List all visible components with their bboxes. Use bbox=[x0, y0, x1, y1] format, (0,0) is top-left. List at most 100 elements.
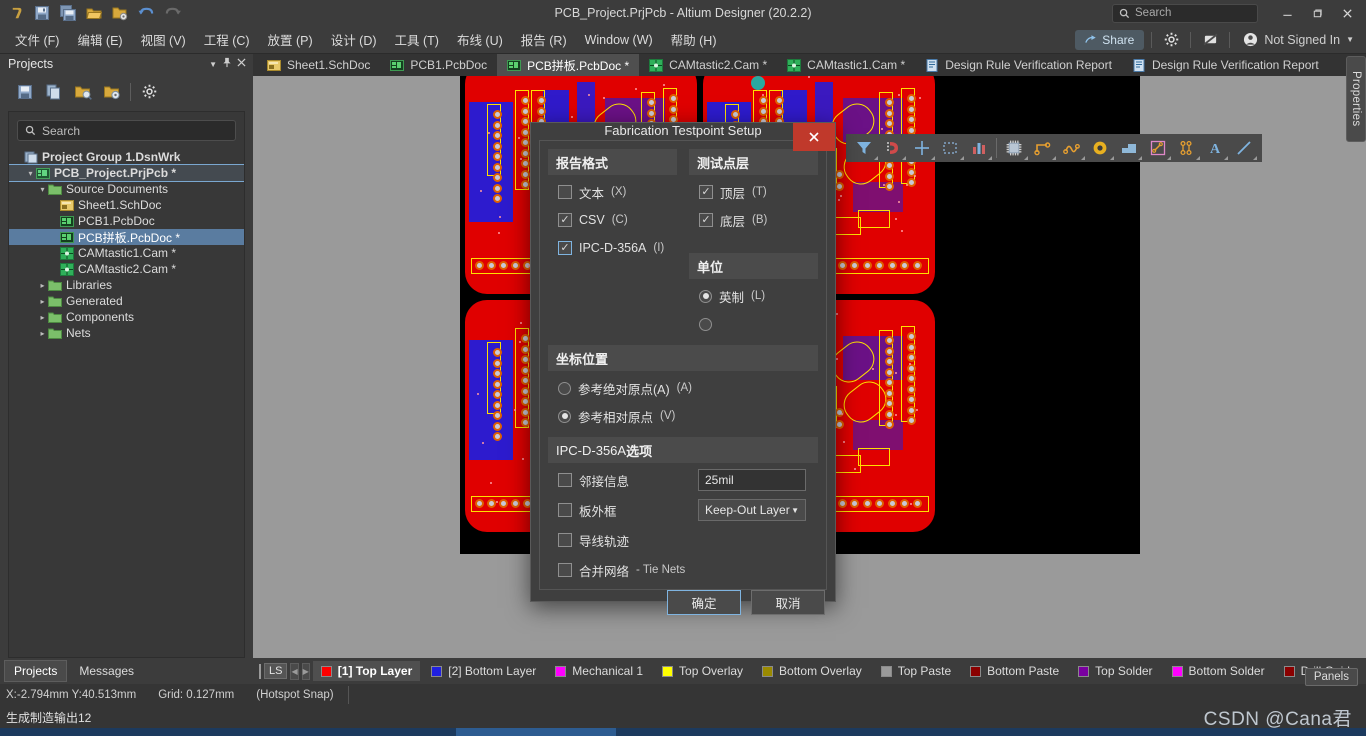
checkbox-merge-nets[interactable]: 合并网络- Tie Nets bbox=[548, 561, 698, 580]
twisty-collapsed-icon[interactable]: ▸ bbox=[37, 313, 48, 322]
checkbox-text[interactable]: 文本(X) bbox=[548, 181, 677, 203]
tree-item[interactable]: ▸Generated bbox=[9, 293, 244, 309]
menu-tools[interactable]: 工具 (T) bbox=[386, 26, 448, 53]
minimize-button[interactable] bbox=[1272, 0, 1302, 26]
document-tab[interactable]: Sheet1.SchDoc bbox=[257, 54, 380, 76]
checkbox-indicator[interactable] bbox=[558, 563, 572, 577]
checkbox-indicator[interactable] bbox=[558, 473, 572, 487]
project-search-input[interactable]: Search bbox=[17, 120, 236, 141]
ok-button[interactable]: 确定 bbox=[667, 590, 741, 615]
close-button[interactable] bbox=[1332, 0, 1362, 26]
active-layer-color-swatch[interactable] bbox=[259, 664, 261, 679]
place-component-icon[interactable] bbox=[1000, 135, 1029, 161]
document-tab[interactable]: Design Rule Verification Report bbox=[1122, 54, 1329, 76]
tree-item[interactable]: ▾PCB_Project.PrjPcb * bbox=[9, 165, 244, 181]
document-tab[interactable]: CAMtastic1.Cam * bbox=[777, 54, 915, 76]
place-pad-icon[interactable] bbox=[1172, 135, 1201, 161]
share-button[interactable]: Share bbox=[1075, 30, 1144, 50]
dropdown-corner-icon[interactable] bbox=[1052, 156, 1056, 160]
twisty-collapsed-icon[interactable]: ▸ bbox=[37, 297, 48, 306]
checkbox-adjacency-info[interactable]: 邻接信息 bbox=[548, 471, 698, 490]
undo-icon[interactable] bbox=[134, 2, 158, 24]
layer-tab[interactable]: Top Solder bbox=[1070, 661, 1160, 681]
dropdown-corner-icon[interactable] bbox=[1196, 156, 1200, 160]
measure-icon[interactable] bbox=[965, 135, 994, 161]
layer-sets-button[interactable]: LS bbox=[264, 663, 287, 679]
menu-project[interactable]: 工程 (C) bbox=[195, 26, 259, 53]
dropdown-corner-icon[interactable] bbox=[1024, 156, 1028, 160]
select-area-icon[interactable] bbox=[936, 135, 965, 161]
magnet-snap-icon[interactable] bbox=[879, 135, 908, 161]
checkbox-indicator[interactable] bbox=[699, 185, 713, 199]
copy-project-icon[interactable] bbox=[43, 81, 65, 103]
altium-logo-icon[interactable] bbox=[4, 2, 28, 24]
checkbox-board-outline[interactable]: 板外框 bbox=[548, 501, 698, 520]
layer-tab[interactable]: [2] Bottom Layer bbox=[423, 661, 544, 681]
dropdown-corner-icon[interactable] bbox=[1253, 156, 1257, 160]
tree-item[interactable]: CAMtastic1.Cam * bbox=[9, 245, 244, 261]
save-project-icon[interactable] bbox=[14, 81, 36, 103]
twisty-expanded-icon[interactable]: ▾ bbox=[25, 169, 36, 178]
cancel-button[interactable]: 取消 bbox=[751, 590, 825, 615]
place-polygon-icon[interactable] bbox=[1143, 135, 1172, 161]
checkbox-bottom-layer[interactable]: 底层(B) bbox=[689, 209, 818, 231]
menu-view[interactable]: 视图 (V) bbox=[132, 26, 195, 53]
menu-file[interactable]: 文件 (F) bbox=[6, 26, 68, 53]
document-tab[interactable]: PCB拼板.PcbDoc * bbox=[497, 54, 639, 76]
layer-tab[interactable]: Mechanical 1 bbox=[547, 661, 651, 681]
dropdown-corner-icon[interactable] bbox=[1224, 156, 1228, 160]
properties-panel-tab[interactable]: Properties bbox=[1346, 56, 1366, 142]
place-line-icon[interactable] bbox=[1229, 135, 1258, 161]
panels-button[interactable]: Panels bbox=[1305, 668, 1358, 686]
left-panel-tab-messages[interactable]: Messages bbox=[69, 660, 144, 682]
dropdown-corner-icon[interactable] bbox=[902, 156, 906, 160]
place-string-icon[interactable]: A bbox=[1201, 135, 1230, 161]
crosshair-icon[interactable] bbox=[907, 135, 936, 161]
checkbox-indicator[interactable] bbox=[558, 533, 572, 547]
tree-item[interactable]: ▾Source Documents bbox=[9, 181, 244, 197]
save-icon[interactable] bbox=[30, 2, 54, 24]
place-arc-icon[interactable] bbox=[1057, 135, 1086, 161]
notifications-icon[interactable] bbox=[1198, 29, 1222, 51]
checkbox-csv[interactable]: CSV(C) bbox=[548, 209, 677, 231]
layer-tab[interactable]: Bottom Overlay bbox=[754, 661, 870, 681]
tree-item[interactable]: ▸Components bbox=[9, 309, 244, 325]
chevron-down-icon[interactable]: ▼ bbox=[791, 506, 799, 515]
close-panel-icon[interactable] bbox=[237, 58, 246, 70]
place-via-icon[interactable] bbox=[1086, 135, 1115, 161]
save-all-icon[interactable] bbox=[56, 2, 80, 24]
open-project-icon[interactable] bbox=[108, 2, 132, 24]
checkbox-indicator[interactable] bbox=[558, 185, 572, 199]
place-track-icon[interactable] bbox=[1029, 135, 1058, 161]
radio-absolute-origin[interactable]: 参考绝对原点(A)(A) bbox=[548, 377, 818, 399]
menu-window[interactable]: Window (W) bbox=[576, 29, 662, 51]
redo-icon[interactable] bbox=[160, 2, 184, 24]
radio-indicator[interactable] bbox=[699, 290, 712, 303]
open-project-search-icon[interactable] bbox=[72, 81, 94, 103]
adjacency-distance-input[interactable]: 25mil bbox=[698, 469, 806, 491]
panel-dropdown-icon[interactable]: ▼ bbox=[209, 60, 217, 69]
radio-relative-origin[interactable]: 参考相对原点(V) bbox=[548, 405, 818, 427]
layer-prev-button[interactable]: ◀ bbox=[290, 663, 298, 680]
account-menu[interactable]: Not Signed In ▼ bbox=[1237, 30, 1360, 49]
checkbox-ipc-d-356a[interactable]: IPC-D-356A(I) bbox=[548, 237, 677, 259]
dropdown-corner-icon[interactable] bbox=[874, 156, 878, 160]
tree-item[interactable]: ▸Nets bbox=[9, 325, 244, 341]
tree-item[interactable]: PCB拼板.PcbDoc * bbox=[9, 229, 244, 245]
dropdown-corner-icon[interactable] bbox=[960, 156, 964, 160]
tree-item[interactable]: PCB1.PcbDoc bbox=[9, 213, 244, 229]
radio-imperial[interactable]: 英制(L) bbox=[689, 285, 818, 307]
filter-icon[interactable] bbox=[850, 135, 879, 161]
menu-place[interactable]: 放置 (P) bbox=[259, 26, 322, 53]
layer-tab[interactable]: Top Overlay bbox=[654, 661, 751, 681]
project-options-icon[interactable] bbox=[101, 81, 123, 103]
twisty-expanded-icon[interactable]: ▾ bbox=[37, 185, 48, 194]
twisty-collapsed-icon[interactable]: ▸ bbox=[37, 329, 48, 338]
board-outline-layer-select[interactable]: Keep-Out Layer▼ bbox=[698, 499, 806, 521]
menu-help[interactable]: 帮助 (H) bbox=[662, 26, 726, 53]
dropdown-corner-icon[interactable] bbox=[988, 156, 992, 160]
twisty-collapsed-icon[interactable]: ▸ bbox=[37, 281, 48, 290]
dropdown-corner-icon[interactable] bbox=[1138, 156, 1142, 160]
gear-icon[interactable] bbox=[1159, 29, 1183, 51]
radio-indicator[interactable] bbox=[699, 318, 712, 331]
